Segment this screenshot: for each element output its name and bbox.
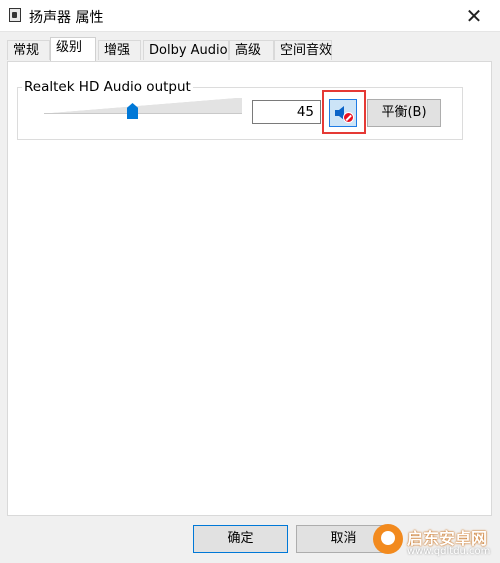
watermark-logo-icon [373,524,403,554]
muted-icon [343,112,354,123]
watermark: 启东安卓网 www.qdltdu.com [370,518,500,563]
tab-general[interactable]: 常规 [7,40,50,60]
volume-slider-baseline [44,113,242,114]
tab-advanced[interactable]: 高级 [229,40,274,60]
tab-spatial-sound[interactable]: 空间音效 [274,40,332,60]
ok-button[interactable]: 确定 [193,525,288,553]
tab-dolby-audio[interactable]: Dolby Audio [143,40,229,60]
watermark-url: www.qdltdu.com [407,546,491,557]
tab-enhancements[interactable]: 增强 [98,40,141,60]
balance-button[interactable]: 平衡(B) [367,99,441,127]
title-bar: 扬声器 属性 ✕ [0,0,500,32]
volume-slider-track[interactable] [44,98,242,114]
window-title: 扬声器 属性 [29,10,104,26]
tab-levels[interactable]: 级别 [50,37,96,61]
levels-panel: Realtek HD Audio output 45 平衡(B) [7,61,492,516]
device-name-label: Realtek HD Audio output [22,79,193,95]
volume-value-field[interactable]: 45 [252,100,321,124]
mute-button[interactable] [329,99,357,127]
speaker-window-icon [9,8,21,22]
close-button[interactable]: ✕ [454,1,494,30]
